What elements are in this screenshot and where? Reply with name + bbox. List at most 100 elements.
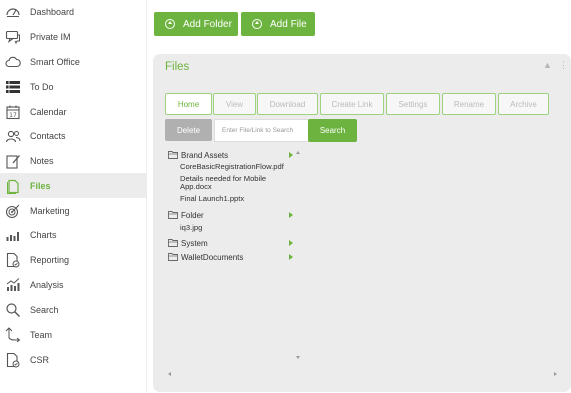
tree-folder-name: Folder — [181, 210, 204, 220]
search-button[interactable]: Search — [308, 119, 357, 142]
sidebar-item-label: Private IM — [30, 31, 71, 42]
analysis-icon — [5, 277, 21, 293]
sidebar-item-marketing[interactable]: Marketing — [0, 198, 147, 223]
sidebar-item-label: Dashboard — [30, 6, 75, 17]
cloud-icon — [5, 54, 21, 70]
add-file-label: Add File — [270, 18, 307, 30]
tab-label: Settings — [398, 99, 428, 109]
scroll-left-icon[interactable] — [168, 372, 171, 376]
sidebar-item-label: Analysis — [30, 279, 64, 290]
add-folder-button[interactable]: Add Folder — [154, 12, 238, 36]
tab-label: Create Link — [331, 99, 373, 109]
folder-icon — [168, 151, 178, 159]
sidebar-item-label: Calendar — [30, 106, 67, 117]
search-icon — [5, 302, 21, 318]
sidebar-item-label: Reporting — [30, 254, 70, 265]
expand-arrow-icon[interactable] — [289, 254, 293, 260]
folder-icon — [168, 253, 178, 261]
sidebar-item-label: Charts — [30, 229, 57, 240]
tree-folder[interactable]: WalletDocuments — [165, 251, 293, 263]
tree-file[interactable]: Final Launch1.pptx — [180, 194, 298, 203]
folder-icon — [168, 239, 178, 247]
sidebar-item-notes[interactable]: Notes — [0, 148, 147, 173]
tree-folder-name: Brand Assets — [181, 150, 229, 160]
sidebar-item-smart-office[interactable]: Smart Office — [0, 49, 147, 74]
upload-icon — [252, 19, 262, 29]
tree-folder-name: System — [181, 238, 208, 248]
tab-label: View — [225, 99, 244, 109]
notes-icon — [5, 153, 21, 169]
file-tree: Brand Assets CoreBasicRegistrationFlow.p… — [165, 149, 302, 359]
tab-label: Rename — [453, 99, 485, 109]
tree-folder[interactable]: Folder — [165, 209, 293, 221]
tree-file[interactable]: Details needed for Mobile App.docx — [180, 174, 298, 192]
tab-label: Home — [177, 99, 200, 109]
tab-archive[interactable]: Archive — [498, 93, 549, 115]
sidebar-item-label: Files — [30, 180, 51, 191]
expand-arrow-icon[interactable] — [289, 152, 293, 158]
calendar-icon: 17 — [5, 104, 21, 120]
scroll-right-icon[interactable] — [554, 372, 557, 376]
upload-icon — [165, 19, 175, 29]
tab-create-link[interactable]: Create Link — [320, 93, 384, 115]
bar-chart-icon — [5, 227, 21, 243]
tree-folder-name: WalletDocuments — [181, 252, 244, 262]
tree-scrollbar[interactable] — [296, 149, 302, 359]
team-icon — [5, 326, 21, 343]
files-icon — [5, 178, 21, 194]
sidebar-item-team[interactable]: Team — [0, 322, 147, 347]
tree-folder[interactable]: Brand Assets — [165, 149, 293, 161]
panel-title: Files — [165, 61, 190, 73]
folder-icon — [168, 211, 178, 219]
expand-arrow-icon[interactable] — [289, 212, 293, 218]
expand-arrow-icon[interactable] — [289, 240, 293, 246]
sidebar-item-analysis[interactable]: Analysis — [0, 272, 147, 297]
sidebar-item-to-do[interactable]: To Do — [0, 74, 147, 99]
collapse-icon[interactable]: ▲ — [543, 60, 552, 70]
sidebar-item-label: Notes — [30, 155, 54, 166]
scroll-up-icon[interactable] — [296, 151, 300, 154]
svg-text:17: 17 — [9, 111, 17, 118]
sidebar-item-dashboard[interactable]: Dashboard — [0, 0, 147, 24]
scroll-down-icon[interactable] — [296, 356, 300, 359]
sidebar-item-label: Marketing — [30, 205, 70, 216]
sidebar-item-contacts[interactable]: Contacts — [0, 123, 147, 148]
more-options-icon[interactable]: ⋮ — [559, 60, 568, 71]
sidebar-item-calendar[interactable]: 17 Calendar — [0, 99, 147, 124]
tree-file[interactable]: CoreBasicRegistrationFlow.pdf — [180, 162, 298, 171]
sidebar-item-charts[interactable]: Charts — [0, 222, 147, 247]
tab-settings[interactable]: Settings — [386, 93, 440, 115]
delete-button[interactable]: Delete — [165, 119, 212, 141]
sidebar-item-search[interactable]: Search — [0, 297, 147, 322]
tab-label: Download — [269, 99, 306, 109]
sidebar-item-reporting[interactable]: Reporting — [0, 247, 147, 272]
chat-icon — [5, 29, 21, 45]
search-input[interactable] — [214, 119, 309, 142]
tree-file[interactable]: iq3.jpg — [180, 223, 298, 232]
sidebar-item-private-im[interactable]: Private IM — [0, 24, 147, 49]
tab-download[interactable]: Download — [257, 93, 318, 115]
tab-rename[interactable]: Rename — [442, 93, 496, 115]
add-file-button[interactable]: Add File — [241, 12, 315, 36]
sidebar-item-label: To Do — [30, 81, 54, 92]
sidebar-item-csr[interactable]: CSR — [0, 347, 147, 372]
sidebar-item-label: Search — [30, 304, 59, 315]
report-icon — [5, 252, 21, 268]
dashboard-icon — [5, 4, 21, 20]
tab-home[interactable]: Home — [165, 93, 212, 115]
target-icon — [5, 203, 21, 219]
sidebar-item-label: Contacts — [30, 130, 66, 141]
tab-view[interactable]: View — [213, 93, 256, 115]
contacts-icon — [5, 128, 21, 144]
list-icon — [5, 79, 21, 95]
sidebar-item-label: Smart Office — [30, 56, 80, 67]
tree-folder[interactable]: System — [165, 237, 293, 249]
sidebar: Dashboard Private IM Smart Office To Do … — [0, 0, 147, 393]
csr-icon — [5, 352, 21, 368]
sidebar-item-label: CSR — [30, 354, 50, 365]
add-folder-label: Add Folder — [183, 18, 232, 30]
sidebar-item-label: Team — [30, 329, 53, 340]
tab-label: Archive — [510, 99, 537, 109]
files-panel: Files ▲ ⋮ Home View Download Create Link… — [153, 54, 571, 392]
sidebar-item-files[interactable]: Files — [0, 173, 147, 198]
